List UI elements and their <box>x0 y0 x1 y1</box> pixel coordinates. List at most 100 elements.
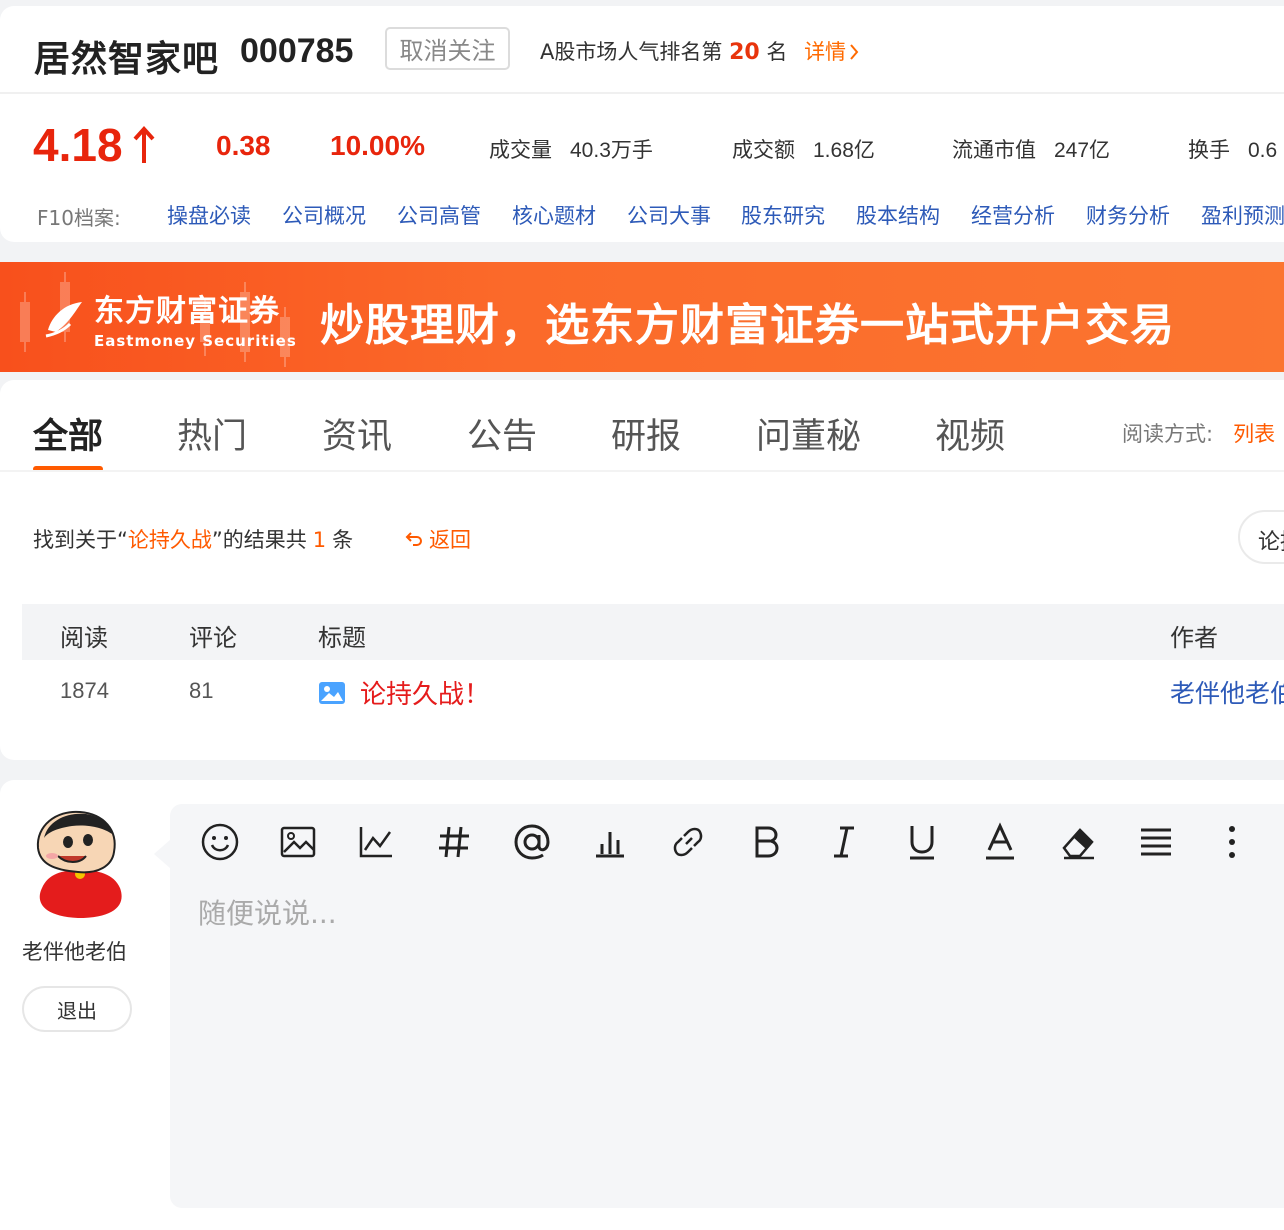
header-read: 阅读 <box>60 624 108 652</box>
image-icon[interactable] <box>276 820 320 864</box>
comment-editor-card: 老伴他老伯 退出 随便说说... <box>0 780 1284 1230</box>
float-cap-value: 247亿 <box>1054 139 1111 162</box>
read-mode-option[interactable]: 列表 <box>1233 422 1275 446</box>
post-author-link[interactable]: 老伴他老伯 <box>1170 674 1284 710</box>
tab-news[interactable]: 资讯 <box>322 408 392 459</box>
bold-icon[interactable] <box>744 820 788 864</box>
editor-pointer <box>154 840 170 868</box>
price-value: 4.18 <box>33 119 123 171</box>
f10-link[interactable]: 盈利预测 <box>1201 200 1284 230</box>
rank-detail-label: 详情 <box>804 40 847 64</box>
stock-name: 居然智家吧 <box>34 39 220 80</box>
editor-placeholder: 随便说说... <box>198 897 337 930</box>
brokerage-banner[interactable]: 东方财富证券 Eastmoney Securities 炒股理财，选东方财富证券… <box>0 262 1284 372</box>
rank-value: 20 <box>729 40 760 65</box>
current-price: 4.18 <box>33 118 155 172</box>
f10-link[interactable]: 财务分析 <box>1086 200 1170 230</box>
turnover-stat: 换手 0.6 <box>1188 134 1277 164</box>
post-title: 论持久战！ <box>360 680 491 710</box>
eastmoney-logo-icon <box>45 302 82 338</box>
price-change-percent: 10.00% <box>330 130 425 161</box>
rank-suffix: 名 <box>766 40 788 64</box>
align-icon[interactable] <box>1134 820 1178 864</box>
tab-research[interactable]: 研报 <box>611 408 681 459</box>
unfollow-button[interactable]: 取消关注 <box>385 27 510 70</box>
arrow-up-icon <box>133 126 155 163</box>
eraser-icon[interactable] <box>1056 820 1100 864</box>
f10-link[interactable]: 公司高管 <box>397 200 481 230</box>
row-comment-count: 81 <box>189 678 214 703</box>
brand-name-cn: 东方财富证券 <box>94 294 280 329</box>
f10-label: F10档案: <box>37 206 121 230</box>
amount-label: 成交额 <box>732 138 795 162</box>
header-title: 标题 <box>318 624 366 652</box>
post-title-link[interactable]: 论持久战！ <box>318 674 490 711</box>
stock-code: 000785 <box>240 32 354 70</box>
volume-value: 40.3万手 <box>570 139 653 162</box>
tab-all[interactable]: 全部 <box>33 408 103 459</box>
brand-name-en: Eastmoney Securities <box>94 332 297 350</box>
more-icon[interactable] <box>1210 820 1254 864</box>
float-cap-stat: 流通市值 247亿 <box>952 134 1110 164</box>
header-author: 作者 <box>1170 624 1218 652</box>
back-label: 返回 <box>429 528 471 552</box>
chevron-right-icon <box>850 44 859 60</box>
brand-logo: 东方财富证券 Eastmoney Securities <box>42 286 297 350</box>
avatar[interactable] <box>28 808 130 920</box>
return-icon <box>405 532 422 546</box>
result-count: 1 <box>312 528 327 552</box>
result-keyword: 论持久战 <box>127 528 212 552</box>
float-cap-label: 流通市值 <box>952 138 1036 162</box>
emoji-icon[interactable] <box>198 820 242 864</box>
search-result-summary: 找到关于“论持久战”的结果共 1 条 <box>33 524 353 554</box>
hashtag-icon[interactable] <box>432 820 476 864</box>
tab-video[interactable]: 视频 <box>935 408 1005 459</box>
turnover-label: 换手 <box>1188 138 1230 162</box>
f10-link[interactable]: 股本结构 <box>856 200 940 230</box>
header-comment: 评论 <box>189 624 237 652</box>
result-middle: ”的结果共 <box>211 528 307 552</box>
turnover-value: 0.6 <box>1248 139 1278 162</box>
logout-button[interactable]: 退出 <box>22 986 132 1032</box>
popularity-rank: A股市场人气排名第 20 名 详情 <box>540 36 860 66</box>
search-keyword-pill[interactable]: 论持 <box>1238 510 1284 564</box>
table-header: 阅读 评论 标题 作者 <box>22 604 1284 660</box>
volume-stat: 成交量 40.3万手 <box>489 134 653 164</box>
header-divider <box>0 92 1284 94</box>
volume-label: 成交量 <box>489 138 552 162</box>
f10-link[interactable]: 股东研究 <box>741 200 825 230</box>
tab-hot[interactable]: 热门 <box>177 408 247 459</box>
back-link[interactable]: 返回 <box>405 524 471 554</box>
row-read-count: 1874 <box>60 678 109 703</box>
banner-slogan: 炒股理财，选东方财富证券一站式开户交易 <box>320 300 1175 351</box>
comment-editor[interactable]: 随便说说... <box>170 804 1284 1208</box>
link-icon[interactable] <box>666 820 710 864</box>
result-suffix: 条 <box>332 528 354 552</box>
stock-header-card: 居然智家吧 000785 取消关注 A股市场人气排名第 20 名 详情 4.18… <box>0 6 1284 242</box>
read-mode: 阅读方式: 列表 <box>1122 418 1275 448</box>
price-change: 0.38 <box>216 130 271 161</box>
rank-prefix: A股市场人气排名第 <box>540 40 723 64</box>
posts-card: 全部 热门 资讯 公告 研报 问董秘 视频 阅读方式: 列表 找到关于“论持久战”… <box>0 380 1284 760</box>
f10-link[interactable]: 公司概况 <box>282 200 366 230</box>
mention-icon[interactable] <box>510 820 554 864</box>
poll-icon[interactable] <box>588 820 632 864</box>
result-prefix: 找到关于“ <box>33 528 128 552</box>
current-username: 老伴他老伯 <box>22 940 127 964</box>
underline-icon[interactable] <box>900 820 944 864</box>
f10-link[interactable]: 经营分析 <box>971 200 1055 230</box>
font-color-icon[interactable] <box>978 820 1022 864</box>
f10-link[interactable]: 操盘必读 <box>167 200 251 230</box>
italic-icon[interactable] <box>822 820 866 864</box>
chart-icon[interactable] <box>354 820 398 864</box>
f10-link[interactable]: 核心题材 <box>512 200 596 230</box>
tab-announcements[interactable]: 公告 <box>467 408 537 459</box>
amount-stat: 成交额 1.68亿 <box>732 134 875 164</box>
read-mode-label: 阅读方式: <box>1122 422 1214 446</box>
f10-link[interactable]: 公司大事 <box>627 200 711 230</box>
tabs-divider <box>0 470 1284 472</box>
rank-detail-link[interactable]: 详情 <box>804 40 860 64</box>
amount-value: 1.68亿 <box>813 139 875 162</box>
image-post-icon <box>319 681 345 704</box>
tab-ask-secretary[interactable]: 问董秘 <box>756 408 861 459</box>
